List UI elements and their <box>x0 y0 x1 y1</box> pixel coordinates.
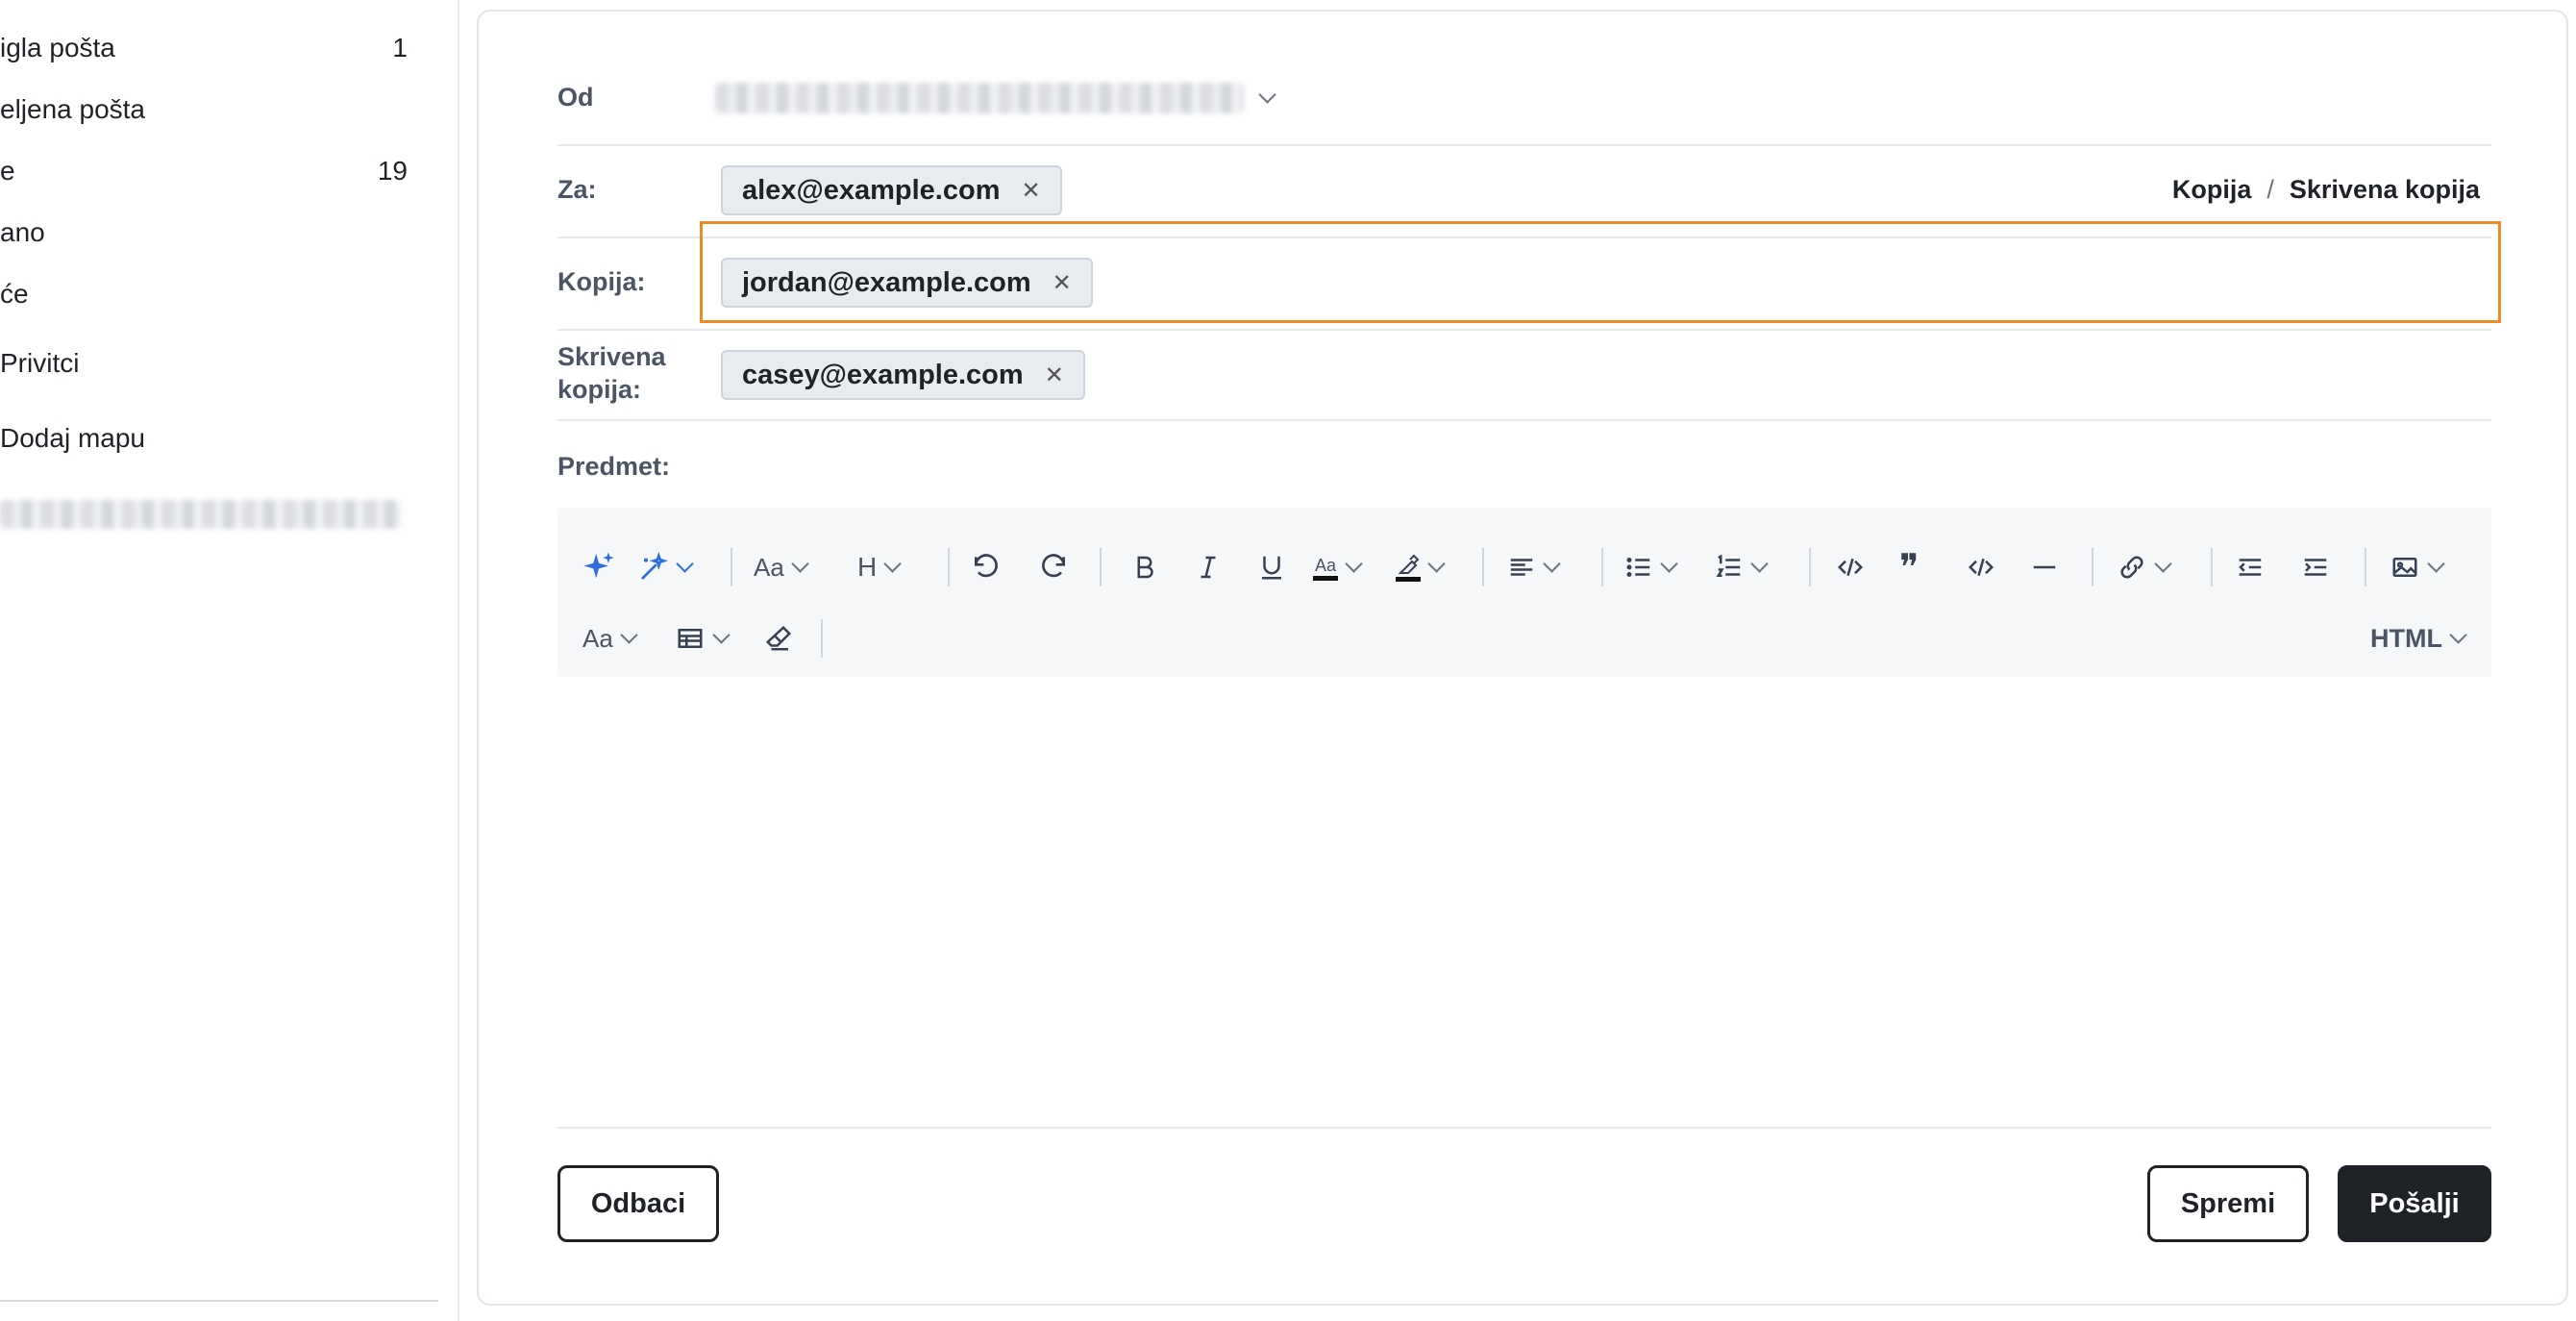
numbered-list-icon[interactable] <box>1715 548 1769 586</box>
link-icon[interactable] <box>2117 548 2172 586</box>
font-size-dropdown[interactable]: Aa <box>754 548 809 586</box>
heading-label: H <box>857 552 878 582</box>
sidebar-item-trash[interactable]: će <box>0 275 413 313</box>
bold-icon[interactable] <box>1130 548 1159 586</box>
recipient-chip[interactable]: alex@example.com ✕ <box>721 165 1062 215</box>
close-icon[interactable]: ✕ <box>1045 361 1064 389</box>
table-icon[interactable] <box>675 619 731 658</box>
bullet-list-icon[interactable] <box>1624 548 1678 586</box>
font-family-label: Aa <box>582 623 613 653</box>
from-address-blurred[interactable] <box>715 83 1244 113</box>
highlight-color-icon[interactable] <box>1396 548 1446 586</box>
blurred-account-email <box>0 500 402 529</box>
recipient-email: casey@example.com <box>742 359 1024 390</box>
text-color-icon[interactable]: Aa <box>1313 548 1363 586</box>
toolbar-divider <box>2365 548 2366 586</box>
sidebar-item-label: e <box>0 156 15 186</box>
subject-row: Predmet: <box>557 421 2491 513</box>
undo-icon[interactable] <box>971 548 1002 586</box>
sidebar-item-label: će <box>0 279 29 309</box>
bcc-label-line1: Skrivena <box>557 342 666 371</box>
toolbar-divider <box>1100 548 1102 586</box>
align-icon[interactable] <box>1507 548 1561 586</box>
from-row: Od <box>557 48 2491 146</box>
editor-body[interactable] <box>557 685 2491 1117</box>
sidebar-item-drafts[interactable]: e 19 <box>0 152 413 190</box>
sidebar-item-label: igla pošta <box>0 33 115 62</box>
toolbar-divider <box>948 548 950 586</box>
cc-bcc-toggles: Kopija / Skrivena kopija <box>2172 175 2480 205</box>
bcc-row: Skrivena kopija: casey@example.com ✕ <box>557 331 2491 421</box>
save-button[interactable]: Spremi <box>2147 1165 2309 1242</box>
format-label: HTML <box>2370 623 2442 653</box>
to-label: Za: <box>557 175 597 204</box>
recipient-email: alex@example.com <box>742 174 1001 206</box>
sidebar: igla pošta 1 eljena pošta e 19 ano će Pr… <box>0 0 459 1321</box>
outdent-icon[interactable] <box>2236 548 2265 586</box>
close-icon[interactable]: ✕ <box>1021 177 1040 205</box>
sidebar-item-count: 1 <box>392 33 408 62</box>
from-label: Od <box>557 83 594 112</box>
toolbar-divider <box>1482 548 1484 586</box>
sidebar-item-label: ano <box>0 217 45 247</box>
chevron-down-icon[interactable] <box>1258 86 1276 106</box>
sidebar-item-inbox[interactable]: igla pošta 1 <box>0 29 413 67</box>
editor-toolbar: Aa H Aa ❞ Aa HTML <box>557 508 2491 677</box>
ai-sparkle-icon[interactable] <box>582 548 615 586</box>
bcc-toggle-link[interactable]: Skrivena kopija <box>2290 175 2480 204</box>
sidebar-item-archived[interactable]: ano <box>0 213 413 252</box>
sidebar-item-attachments[interactable]: Privitci <box>0 344 413 383</box>
indent-icon[interactable] <box>2301 548 2330 586</box>
bcc-label-line2: kopija: <box>557 375 642 404</box>
sidebar-item-count: 19 <box>377 156 408 186</box>
heading-dropdown[interactable]: H <box>857 548 902 586</box>
sidebar-item-label: eljena pošta <box>0 94 146 124</box>
toolbar-divider <box>1601 548 1603 586</box>
send-button[interactable]: Pošalji <box>2338 1165 2491 1242</box>
redo-icon[interactable] <box>1038 548 1069 586</box>
sidebar-item-sent[interactable]: eljena pošta <box>0 90 413 129</box>
font-size-label: Aa <box>754 552 784 582</box>
sidebar-item-label: Privitci <box>0 348 80 378</box>
compose-panel: Od Za: alex@example.com ✕ Kopija / Skriven… <box>477 10 2568 1306</box>
separator: / <box>2266 175 2274 204</box>
format-dropdown[interactable]: HTML <box>2370 619 2467 658</box>
italic-icon[interactable] <box>1194 548 1223 586</box>
toolbar-divider <box>2211 548 2213 586</box>
eraser-icon[interactable] <box>763 619 794 658</box>
toolbar-divider <box>821 619 823 658</box>
code-block-icon[interactable] <box>1965 548 1997 586</box>
underline-icon[interactable] <box>1257 548 1286 586</box>
add-folder-button[interactable]: Dodaj mapu <box>0 419 413 458</box>
cc-toggle-link[interactable]: Kopija <box>2172 175 2252 204</box>
toolbar-divider <box>1809 548 1811 586</box>
sidebar-divider <box>0 1300 438 1302</box>
editor-divider <box>557 1127 2491 1129</box>
subject-label: Predmet: <box>557 452 671 481</box>
horizontal-rule-icon[interactable] <box>2030 548 2059 586</box>
font-family-dropdown[interactable]: Aa <box>582 619 638 658</box>
toolbar-divider <box>731 548 732 586</box>
code-icon[interactable] <box>1834 548 1867 586</box>
toolbar-divider <box>2092 548 2093 586</box>
recipient-chip[interactable]: casey@example.com ✕ <box>721 350 1085 400</box>
cc-row-focus-highlight <box>700 221 2501 323</box>
magic-wand-icon[interactable] <box>638 548 694 586</box>
bcc-label: Skrivena kopija: <box>557 340 666 406</box>
cc-label: Kopija: <box>557 267 646 296</box>
sidebar-item-label: Dodaj mapu <box>0 423 145 453</box>
quote-icon[interactable]: ❞ <box>1899 548 1919 586</box>
discard-button[interactable]: Odbaci <box>557 1165 719 1242</box>
image-icon[interactable] <box>2390 548 2445 586</box>
